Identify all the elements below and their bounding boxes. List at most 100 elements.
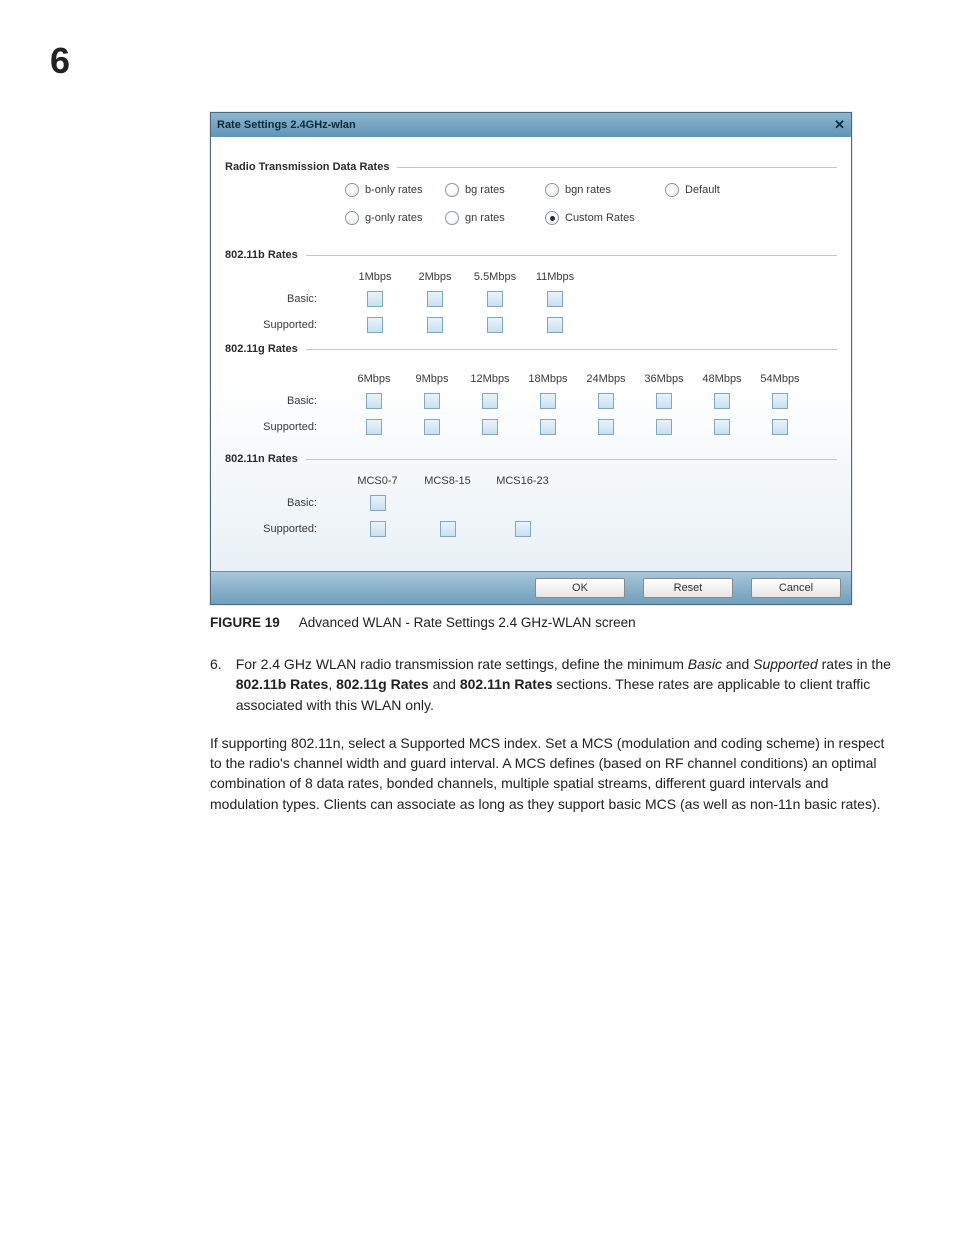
n-rates-table: MCS0-7 MCS8-15 MCS16-23 Basic: Supported… <box>225 475 837 537</box>
term-basic: Basic <box>688 656 722 672</box>
checkbox[interactable] <box>427 291 443 307</box>
radio-custom[interactable]: Custom Rates <box>545 211 665 225</box>
checkbox[interactable] <box>515 521 531 537</box>
radio-default[interactable]: Default <box>665 183 765 197</box>
section-b-label: 802.11b Rates <box>225 249 298 261</box>
col-header: 18Mbps <box>519 373 577 385</box>
table-row: Basic: <box>225 393 837 409</box>
row-label-supported: Supported: <box>225 421 345 433</box>
checkbox[interactable] <box>540 419 556 435</box>
col-header: 1Mbps <box>345 271 405 283</box>
dialog-body: Radio Transmission Data Rates b-only rat… <box>211 137 851 571</box>
col-header: 5.5Mbps <box>465 271 525 283</box>
radio-icon <box>345 211 359 225</box>
checkbox[interactable] <box>547 317 563 333</box>
col-header: 2Mbps <box>405 271 465 283</box>
radio-icon <box>445 183 459 197</box>
text-fragment: and <box>429 676 460 692</box>
close-icon[interactable]: ✕ <box>834 117 845 133</box>
checkbox[interactable] <box>598 393 614 409</box>
radio-icon <box>545 183 559 197</box>
radio-icon <box>545 211 559 225</box>
checkbox[interactable] <box>656 419 672 435</box>
dialog-button-bar: OK Reset Cancel <box>211 571 851 604</box>
radio-icon <box>345 183 359 197</box>
checkbox[interactable] <box>482 419 498 435</box>
checkbox[interactable] <box>772 393 788 409</box>
col-header: MCS8-15 <box>410 475 485 487</box>
checkbox[interactable] <box>424 419 440 435</box>
figure-caption: FIGURE 19 Advanced WLAN - Rate Settings … <box>210 615 904 630</box>
figure-caption-text: Advanced WLAN - Rate Settings 2.4 GHz-WL… <box>299 615 636 630</box>
cancel-button[interactable]: Cancel <box>751 578 841 598</box>
checkbox[interactable] <box>482 393 498 409</box>
table-row: Supported: <box>225 419 837 435</box>
checkbox[interactable] <box>366 393 382 409</box>
transmission-radio-group: b-only rates bg rates bgn rates Default … <box>235 183 837 225</box>
table-row: Basic: <box>225 291 837 307</box>
section-n-label: 802.11n Rates <box>225 453 298 465</box>
checkbox[interactable] <box>714 419 730 435</box>
checkbox[interactable] <box>656 393 672 409</box>
term-802-11g: 802.11g Rates <box>336 676 429 692</box>
table-header-row: 1Mbps 2Mbps 5.5Mbps 11Mbps <box>225 271 837 283</box>
radio-g-only[interactable]: g-only rates <box>345 211 445 225</box>
checkbox[interactable] <box>487 317 503 333</box>
checkbox[interactable] <box>370 521 386 537</box>
section-transmission-label: Radio Transmission Data Rates <box>225 161 389 173</box>
col-header: 36Mbps <box>635 373 693 385</box>
col-header: MCS16-23 <box>485 475 560 487</box>
body-paragraph: If supporting 802.11n, select a Supporte… <box>210 733 890 814</box>
checkbox[interactable] <box>367 317 383 333</box>
text-fragment: rates in the <box>818 656 891 672</box>
rate-settings-dialog: Rate Settings 2.4GHz-wlan ✕ Radio Transm… <box>210 112 852 605</box>
checkbox[interactable] <box>367 291 383 307</box>
checkbox[interactable] <box>424 393 440 409</box>
divider <box>306 349 837 350</box>
dialog-title: Rate Settings 2.4GHz-wlan <box>217 119 356 131</box>
divider <box>397 167 837 168</box>
col-header: 12Mbps <box>461 373 519 385</box>
section-transmission-heading: Radio Transmission Data Rates <box>225 161 837 173</box>
col-header: 9Mbps <box>403 373 461 385</box>
checkbox[interactable] <box>366 419 382 435</box>
radio-label: b-only rates <box>365 184 422 196</box>
col-header: MCS0-7 <box>345 475 410 487</box>
checkbox[interactable] <box>714 393 730 409</box>
checkbox[interactable] <box>540 393 556 409</box>
instruction-step: 6. For 2.4 GHz WLAN radio transmission r… <box>210 654 904 715</box>
step-text: For 2.4 GHz WLAN radio transmission rate… <box>236 654 904 715</box>
radio-label: gn rates <box>465 212 505 224</box>
radio-label: g-only rates <box>365 212 422 224</box>
text-fragment: , <box>328 676 336 692</box>
checkbox[interactable] <box>598 419 614 435</box>
table-header-row: MCS0-7 MCS8-15 MCS16-23 <box>225 475 837 487</box>
row-label-supported: Supported: <box>225 319 345 331</box>
radio-label: bg rates <box>465 184 505 196</box>
section-g-heading: 802.11g Rates <box>225 343 837 355</box>
radio-bg[interactable]: bg rates <box>445 183 545 197</box>
checkbox[interactable] <box>772 419 788 435</box>
col-header: 24Mbps <box>577 373 635 385</box>
col-header: 48Mbps <box>693 373 751 385</box>
radio-label: Custom Rates <box>565 212 635 224</box>
b-rates-table: 1Mbps 2Mbps 5.5Mbps 11Mbps Basic: Suppor… <box>225 271 837 333</box>
checkbox[interactable] <box>440 521 456 537</box>
reset-button[interactable]: Reset <box>643 578 733 598</box>
checkbox[interactable] <box>487 291 503 307</box>
text-fragment: For 2.4 GHz WLAN radio transmission rate… <box>236 656 688 672</box>
section-n-heading: 802.11n Rates <box>225 453 837 465</box>
ok-button[interactable]: OK <box>535 578 625 598</box>
radio-gn[interactable]: gn rates <box>445 211 545 225</box>
row-label-basic: Basic: <box>225 497 345 509</box>
divider <box>306 255 837 256</box>
text-fragment: and <box>722 656 753 672</box>
checkbox[interactable] <box>547 291 563 307</box>
radio-b-only[interactable]: b-only rates <box>345 183 445 197</box>
table-row: Basic: <box>225 495 837 511</box>
checkbox[interactable] <box>370 495 386 511</box>
row-label-basic: Basic: <box>225 293 345 305</box>
radio-bgn[interactable]: bgn rates <box>545 183 665 197</box>
checkbox[interactable] <box>427 317 443 333</box>
row-label-basic: Basic: <box>225 395 345 407</box>
